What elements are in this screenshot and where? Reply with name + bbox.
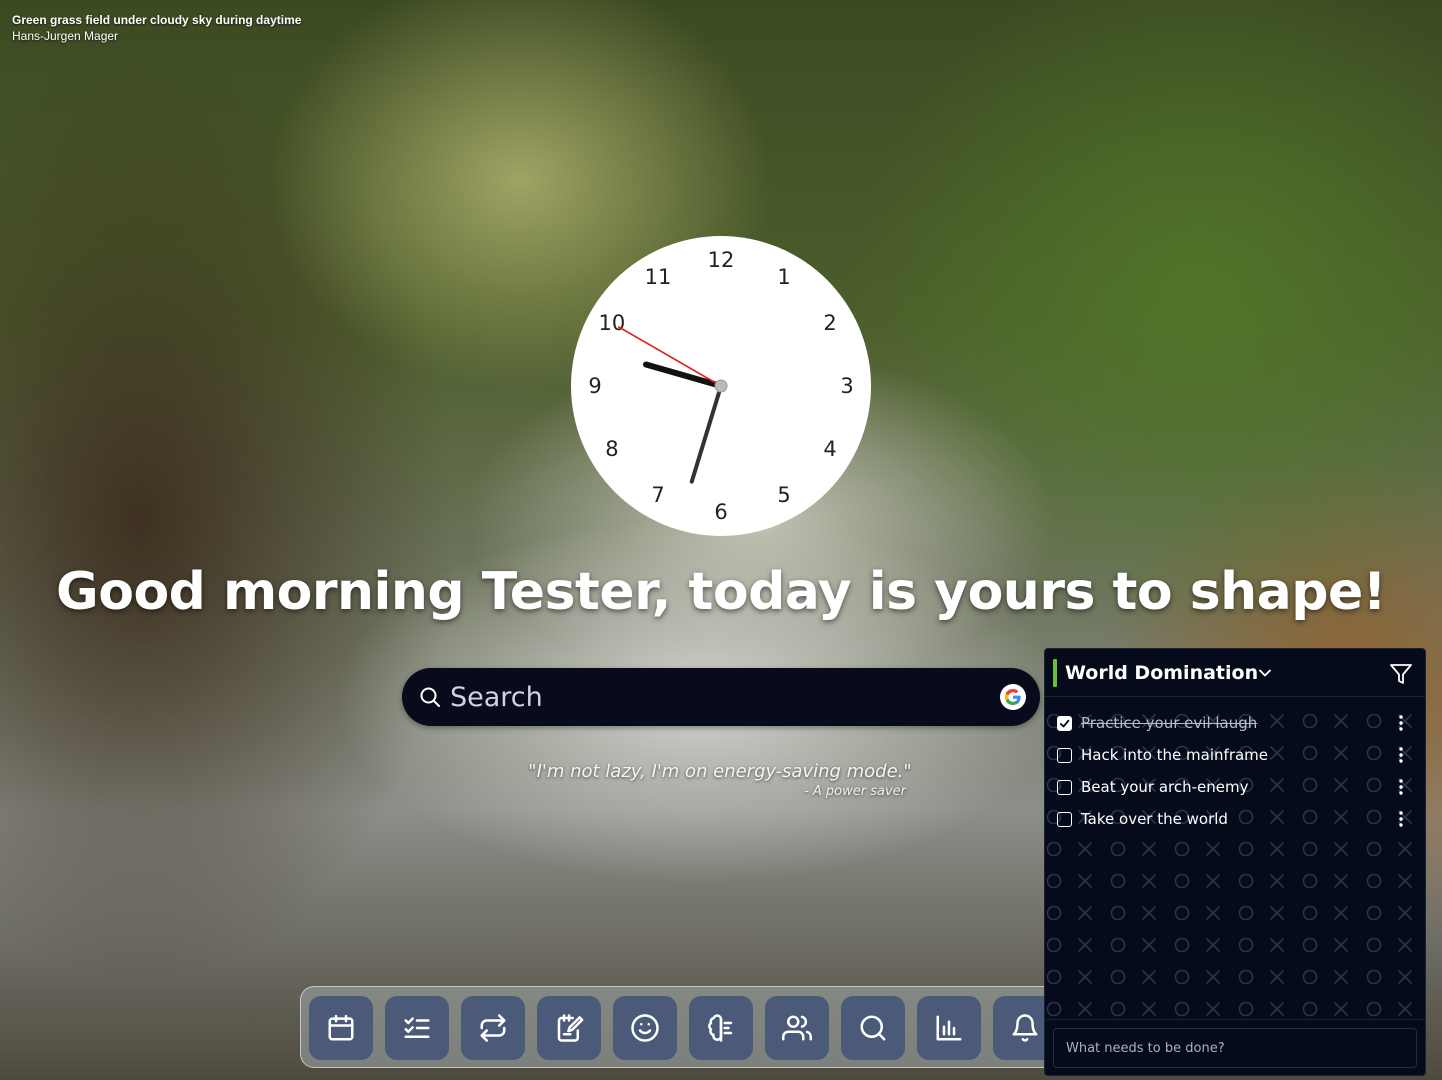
clock-face: 121234567891011 <box>588 248 853 524</box>
todo-label: Beat your arch-enemy <box>1081 778 1249 796</box>
todo-header: World Domination <box>1045 649 1425 697</box>
hour-hand <box>643 361 724 389</box>
more-vertical-icon[interactable] <box>1398 810 1404 828</box>
google-icon[interactable] <box>1000 684 1026 710</box>
clock-numeral: 7 <box>651 483 664 507</box>
notes-button[interactable] <box>537 996 601 1060</box>
mind-button[interactable] <box>689 996 753 1060</box>
notepad-icon <box>557 1014 584 1042</box>
todo-item[interactable]: Take over the world <box>1057 805 1417 833</box>
quote-block: "I'm not lazy, I'm on energy-saving mode… <box>430 761 1010 799</box>
photo-author[interactable]: Hans-Jurgen Mager <box>12 28 301 44</box>
quote-author: - A power saver <box>804 784 906 799</box>
greeting-heading: Good morning Tester, today is yours to s… <box>56 562 1386 622</box>
brain-icon <box>708 1014 733 1042</box>
todo-button[interactable] <box>385 996 449 1060</box>
new-task-input[interactable] <box>1053 1028 1417 1068</box>
search-input[interactable] <box>450 681 1000 713</box>
bell-icon <box>1012 1014 1038 1042</box>
calendar-icon <box>328 1014 354 1041</box>
photo-title[interactable]: Green grass field under cloudy sky durin… <box>12 12 301 28</box>
more-vertical-icon[interactable] <box>1398 714 1404 732</box>
clock-center-pin <box>714 379 728 393</box>
todo-label: Practice your evil laugh <box>1081 714 1258 732</box>
search-icon <box>420 687 440 707</box>
bar-chart-icon <box>936 1015 962 1041</box>
chevron-down-icon[interactable] <box>1255 663 1275 683</box>
people-button[interactable] <box>765 996 829 1060</box>
todo-label: Take over the world <box>1081 810 1228 828</box>
smiley-icon <box>631 1014 659 1042</box>
search-bar[interactable] <box>402 668 1040 726</box>
list-accent-bar <box>1053 659 1057 687</box>
clock-numeral: 9 <box>588 374 601 398</box>
todo-item[interactable]: Hack into the mainframe <box>1057 741 1417 769</box>
minute-hand <box>689 384 723 484</box>
clock-numeral: 10 <box>599 311 626 335</box>
filter-icon[interactable] <box>1389 662 1413 686</box>
todo-item[interactable]: Beat your arch-enemy <box>1057 773 1417 801</box>
photo-credit: Green grass field under cloudy sky durin… <box>12 12 301 44</box>
search-icon <box>860 1015 886 1041</box>
mood-button[interactable] <box>613 996 677 1060</box>
todo-list-title[interactable]: World Domination <box>1065 662 1258 684</box>
clock-numeral: 8 <box>605 437 618 461</box>
more-vertical-icon[interactable] <box>1398 746 1404 764</box>
clock-numeral: 6 <box>714 500 727 524</box>
todo-footer <box>1045 1019 1425 1075</box>
repeat-icon <box>480 1014 506 1042</box>
calendar-button[interactable] <box>309 996 373 1060</box>
second-hand <box>618 326 722 387</box>
clock-numeral: 5 <box>777 483 790 507</box>
todo-checkbox[interactable] <box>1057 811 1072 827</box>
clock-numeral: 3 <box>840 374 853 398</box>
clock-numeral: 4 <box>823 437 836 461</box>
clock-numeral: 2 <box>823 311 836 335</box>
search-widget-button[interactable] <box>841 996 905 1060</box>
todo-panel: World Domination Practice your evil laug… <box>1044 648 1426 1076</box>
stats-button[interactable] <box>917 996 981 1060</box>
checklist-icon <box>404 1017 430 1038</box>
widget-dock <box>300 986 1060 1068</box>
clock-numeral: 12 <box>708 248 735 272</box>
todo-checkbox[interactable] <box>1057 779 1072 795</box>
more-vertical-icon[interactable] <box>1398 778 1404 796</box>
todo-checkbox[interactable] <box>1057 747 1072 763</box>
analog-clock: 12 1 2 3 4 5 6 7 8 9 10 11 <box>571 236 871 536</box>
users-icon <box>782 1015 812 1041</box>
quote-text: "I'm not lazy, I'm on energy-saving mode… <box>528 761 912 782</box>
clock-numeral: 1 <box>777 265 790 289</box>
clock-numeral: 11 <box>645 265 672 289</box>
todo-label: Hack into the mainframe <box>1081 746 1269 764</box>
checkmark-icon <box>1059 719 1070 727</box>
habits-button[interactable] <box>461 996 525 1060</box>
todo-item[interactable]: Practice your evil laugh <box>1057 709 1417 737</box>
todo-checkbox[interactable] <box>1057 715 1072 731</box>
